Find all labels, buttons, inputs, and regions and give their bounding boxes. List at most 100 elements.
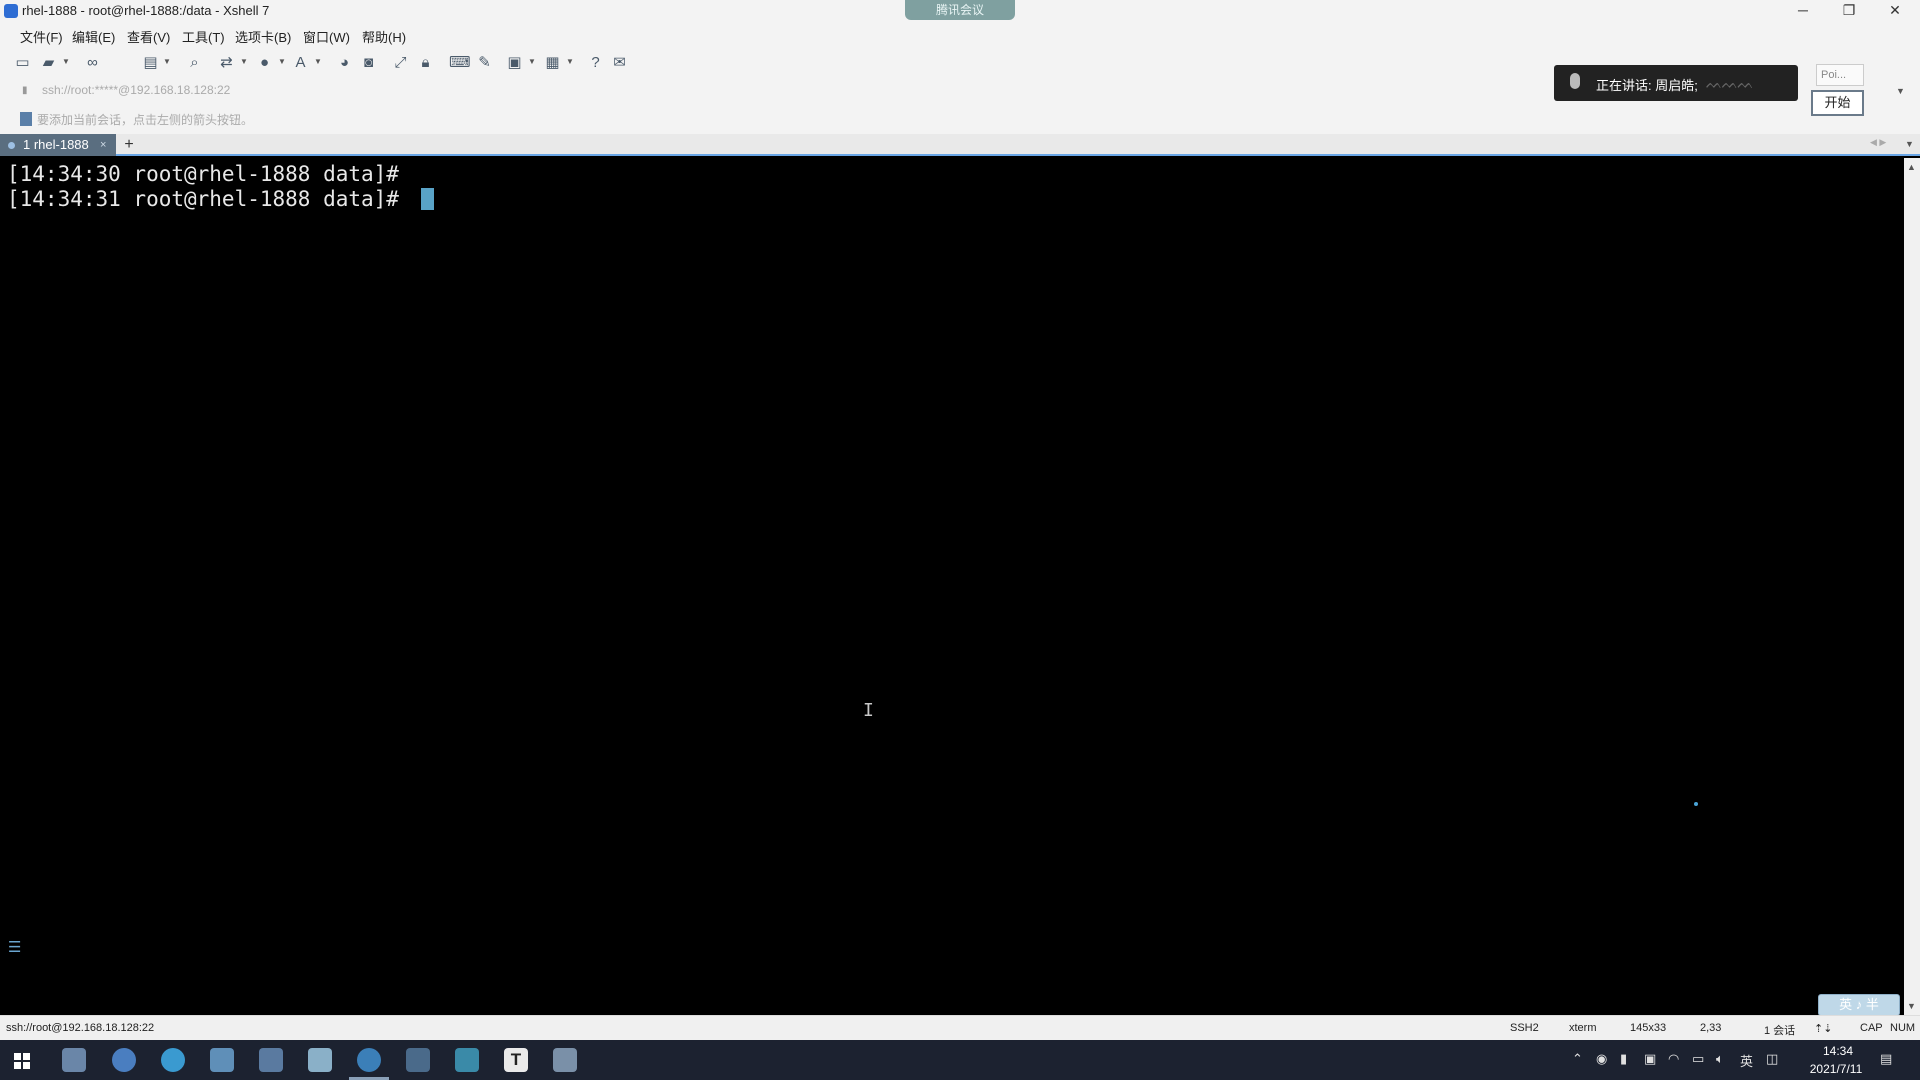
terminal-line: [14:34:30 root@rhel-1888 data]# xyxy=(7,162,399,186)
search-icon[interactable]: ⌕ xyxy=(186,54,203,71)
taskbar: T ⌃ ◉ ▮ ▣ ◠ ▭ 🔈︎ 英 ◫ 14:34 2021/7/11 ▤ xyxy=(0,1040,1920,1080)
tray-ime-icon[interactable]: ◫ xyxy=(1766,1051,1778,1067)
menu-window[interactable]: 窗口(W) xyxy=(303,27,350,46)
chat-icon[interactable]: ✉ xyxy=(611,54,628,71)
chevron-down-icon[interactable]: ▼ xyxy=(1896,86,1905,96)
color-scheme-icon[interactable]: ● xyxy=(256,54,273,71)
connection-status-icon xyxy=(8,142,15,149)
title-bar: rhel-1888 - root@rhel-1888:/data - Xshel… xyxy=(0,0,1920,22)
tab-label: 1 rhel-1888 xyxy=(23,137,89,152)
notification-icon[interactable]: ▤ xyxy=(1880,1051,1892,1067)
xftp-icon[interactable]: ◕ xyxy=(336,54,353,71)
taskbar-app-xshell-icon[interactable] xyxy=(357,1048,381,1072)
clock-time[interactable]: 14:34 xyxy=(1814,1044,1862,1058)
status-size: 145x33 xyxy=(1630,1022,1667,1034)
status-num: NUM xyxy=(1890,1022,1916,1034)
windows-start-icon[interactable] xyxy=(14,1053,30,1069)
tab-bar: 1 rhel-1888 × + ◀ ▶ ▼ xyxy=(0,134,1920,156)
screenshot-icon[interactable]: ◙ xyxy=(360,54,377,71)
taskbar-app-notes-icon[interactable] xyxy=(308,1048,332,1072)
menu-tabs[interactable]: 选项卡(B) xyxy=(235,27,291,46)
address-field[interactable]: ssh://root:*****@192.168.18.128:22 xyxy=(42,83,230,97)
status-connection: ssh://root@192.168.18.128:22 xyxy=(6,1022,155,1034)
taskbar-app-explorer-icon[interactable] xyxy=(210,1048,234,1072)
taskbar-app-chrome-icon[interactable] xyxy=(161,1048,185,1072)
indicator-dot xyxy=(1694,802,1698,806)
tray-expand-icon[interactable]: ⌃ xyxy=(1572,1051,1583,1067)
tab-rhel-1888[interactable]: 1 rhel-1888 × xyxy=(0,134,116,156)
menu-tools[interactable]: 工具(T) xyxy=(182,27,225,46)
lock-icon[interactable]: 🔒︎ xyxy=(417,54,434,71)
add-tab-button[interactable]: + xyxy=(120,136,138,154)
quick-command-icon[interactable]: ☰ xyxy=(8,938,21,956)
menu-help[interactable]: 帮助(H) xyxy=(362,27,406,46)
scroll-down-icon[interactable]: ▼ xyxy=(1907,1001,1916,1011)
chevron-down-icon[interactable]: ▼ xyxy=(528,57,536,66)
close-tab-icon[interactable]: × xyxy=(100,134,106,156)
minimize-button[interactable]: ─ xyxy=(1780,0,1826,22)
speaking-text: 正在讲话: 周启皓; xyxy=(1596,78,1698,93)
help-icon[interactable]: ? xyxy=(587,54,604,71)
speaking-panel: 正在讲话: 周启皓; ᨓᨓᨓ xyxy=(1554,65,1798,101)
properties-icon[interactable]: ▤ xyxy=(142,54,159,71)
chevron-down-icon[interactable]: ▼ xyxy=(314,57,322,66)
link-icon[interactable]: ∞ xyxy=(84,54,101,71)
taskbar-app-windows-icon[interactable] xyxy=(406,1048,430,1072)
taskbar-app-meeting-icon[interactable] xyxy=(455,1048,479,1072)
status-bar: ssh://root@192.168.18.128:22 SSH2 xterm … xyxy=(0,1015,1920,1040)
poi-label: Poi... xyxy=(1816,64,1864,86)
vertical-scrollbar[interactable]: ▲ ▼ xyxy=(1904,158,1920,1015)
menu-edit[interactable]: 编辑(E) xyxy=(72,27,115,46)
audio-wave-icon: ᨓᨓᨓ xyxy=(1706,75,1754,91)
microphone-icon xyxy=(1570,73,1580,89)
bookmark-icon[interactable] xyxy=(20,112,32,126)
chevron-down-icon[interactable]: ▼ xyxy=(163,57,171,66)
clock-date[interactable]: 2021/7/11 xyxy=(1800,1062,1872,1076)
menu-view[interactable]: 查看(V) xyxy=(127,27,170,46)
menu-file[interactable]: 文件(F) xyxy=(20,27,63,46)
status-caps: CAP xyxy=(1860,1022,1883,1034)
terminal[interactable]: [14:34:30 root@rhel-1888 data]# [14:34:3… xyxy=(0,158,1904,1016)
taskbar-app-screen-icon[interactable] xyxy=(259,1048,283,1072)
lock-icon: ▮ xyxy=(22,85,28,96)
tab-nav-arrows-icon[interactable]: ◀ ▶ xyxy=(1870,137,1886,148)
layout-icon[interactable]: ▦ xyxy=(544,54,561,71)
taskbar-app-editor-icon[interactable] xyxy=(62,1048,86,1072)
keyboard-icon[interactable]: ⌨ xyxy=(449,54,471,71)
tray-mic-icon[interactable]: ▮ xyxy=(1620,1051,1627,1067)
chevron-down-icon[interactable]: ▼ xyxy=(566,57,574,66)
tray-battery-icon[interactable]: ▭ xyxy=(1692,1051,1704,1067)
hint-text: 要添加当前会话，点击左侧的箭头按钮。 xyxy=(37,113,254,127)
taskbar-app-browser-icon[interactable] xyxy=(112,1048,136,1072)
transfer-icon[interactable]: ⇄ xyxy=(218,54,235,71)
tray-wifi-icon[interactable]: ◠ xyxy=(1668,1051,1679,1067)
ime-toolbar[interactable]: 英 ♪ 半 xyxy=(1818,994,1900,1016)
chevron-down-icon[interactable]: ▼ xyxy=(278,57,286,66)
taskbar-app-typora-icon[interactable]: T xyxy=(504,1048,528,1072)
status-term: xterm xyxy=(1569,1022,1597,1034)
fullscreen-icon[interactable]: ⤢ xyxy=(392,54,409,71)
close-button[interactable]: ✕ xyxy=(1872,0,1918,22)
tray-volume-icon[interactable]: 🔈︎ xyxy=(1716,1051,1724,1067)
meeting-pill[interactable]: 腾讯会议 xyxy=(905,0,1015,20)
new-session-icon[interactable]: ▭ xyxy=(14,54,31,71)
start-button[interactable]: 开始 xyxy=(1811,90,1864,116)
script-icon[interactable]: ✎ xyxy=(476,54,493,71)
hint-bar: 要添加当前会话，点击左侧的箭头按钮。 xyxy=(0,104,1920,134)
restore-button[interactable]: ❐ xyxy=(1826,0,1872,22)
scroll-arrows-icon[interactable]: ⇡⇣ xyxy=(1814,1022,1832,1035)
scroll-up-icon[interactable]: ▲ xyxy=(1907,162,1916,172)
chevron-down-icon[interactable]: ▼ xyxy=(62,57,70,66)
tray-display-icon[interactable]: ▣ xyxy=(1644,1051,1656,1067)
font-icon[interactable]: A xyxy=(292,54,309,71)
open-folder-icon[interactable]: ▰ xyxy=(40,54,57,71)
tray-camera-icon[interactable]: ◉ xyxy=(1596,1051,1607,1067)
tray-language[interactable]: 英 xyxy=(1740,1051,1753,1070)
compose-icon[interactable]: ▣ xyxy=(506,54,523,71)
taskbar-app-paint-icon[interactable] xyxy=(553,1048,577,1072)
chevron-down-icon[interactable]: ▼ xyxy=(240,57,248,66)
xshell-app-icon xyxy=(4,4,18,18)
status-position: 2,33 xyxy=(1700,1022,1722,1034)
chevron-down-icon[interactable]: ▼ xyxy=(1905,139,1914,149)
terminal-cursor xyxy=(421,188,434,210)
